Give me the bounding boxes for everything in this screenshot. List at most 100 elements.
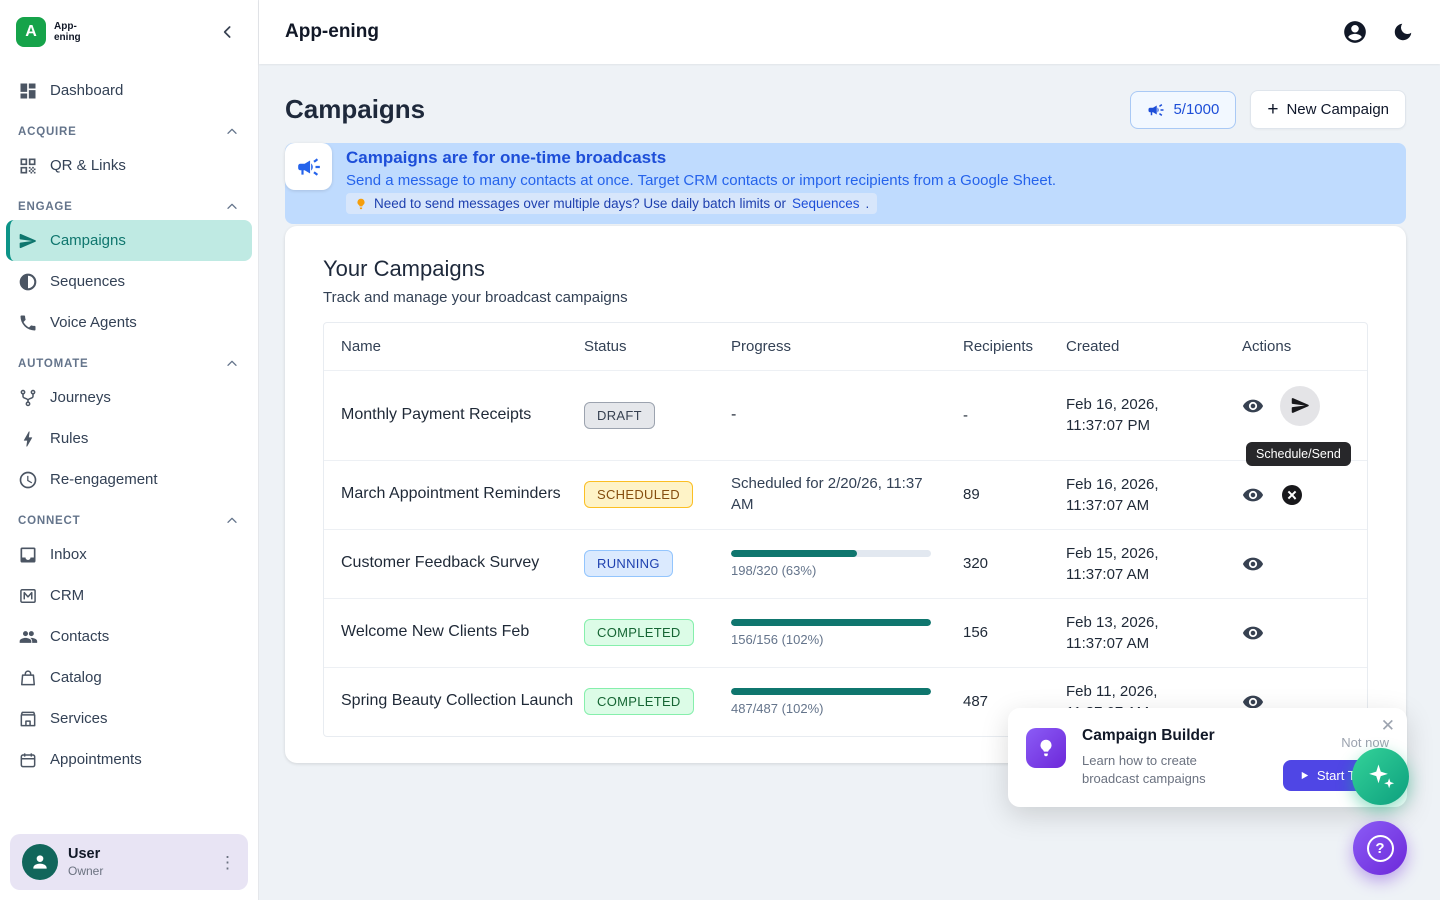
view-campaign-button[interactable] xyxy=(1242,395,1264,417)
sidebar-item-inbox[interactable]: Inbox xyxy=(0,534,258,575)
progress-value: 487/487 (102%) xyxy=(731,701,931,716)
sidebar-item-services[interactable]: Services xyxy=(0,698,258,739)
progress-bar: 487/487 (102%) xyxy=(731,688,931,716)
cancel-icon xyxy=(1280,483,1304,507)
created-value: Feb 15, 2026, 11:37:07 AM xyxy=(1066,543,1216,585)
row-actions xyxy=(1242,483,1367,507)
sidebar-item-voice-agents[interactable]: Voice Agents xyxy=(0,302,258,343)
sidebar-item-qr-links[interactable]: QR & Links xyxy=(0,145,258,186)
table-row: Customer Feedback Survey RUNNING 198/320… xyxy=(324,529,1367,598)
sidebar-item-label: Journeys xyxy=(50,389,111,406)
sidebar-item-label: Appointments xyxy=(50,751,142,768)
user-name: User xyxy=(68,846,209,862)
new-campaign-label: New Campaign xyxy=(1286,101,1389,118)
sidebar-item-re-engagement[interactable]: Re-engagement xyxy=(0,459,258,500)
sidebar-item-label: Catalog xyxy=(50,669,102,686)
sidebar-collapse-button[interactable] xyxy=(214,18,242,46)
page-header-actions: 5/1000 + New Campaign xyxy=(1130,90,1406,129)
qr-code-icon xyxy=(18,156,38,176)
card-subtitle: Track and manage your broadcast campaign… xyxy=(323,289,1368,306)
content-column: App-ening Campaigns 5/1000 xyxy=(259,0,1440,900)
main-content: Campaigns 5/1000 + New Campaign xyxy=(259,64,1440,900)
account-circle-icon xyxy=(1342,19,1368,45)
banner-title: Campaigns are for one-time broadcasts xyxy=(346,148,1056,168)
sidebar-item-contacts[interactable]: Contacts xyxy=(0,616,258,657)
section-header-connect[interactable]: CONNECT xyxy=(0,500,258,534)
progress-track xyxy=(731,550,931,557)
progress-value: - xyxy=(731,406,963,424)
dashboard-icon xyxy=(18,81,38,101)
view-campaign-button[interactable] xyxy=(1242,484,1264,506)
table-body: Monthly Payment Receipts DRAFT - - Feb 1… xyxy=(324,370,1367,736)
campaign-builder-popup: ✕ Campaign Builder Learn how to create b… xyxy=(1008,708,1407,807)
sidebar-item-catalog[interactable]: Catalog xyxy=(0,657,258,698)
sidebar-logo-row: A App- ening xyxy=(0,0,258,64)
section-label: CONNECT xyxy=(18,515,80,527)
dark-mode-button[interactable] xyxy=(1392,21,1414,43)
sidebar-item-sequences[interactable]: Sequences xyxy=(0,261,258,302)
help-fab[interactable]: ? xyxy=(1353,821,1407,875)
sidebar-item-campaigns[interactable]: Campaigns xyxy=(6,220,252,261)
chevron-left-icon xyxy=(218,22,238,42)
progress-bar: 156/156 (102%) xyxy=(731,619,931,647)
promo-title: Campaign Builder xyxy=(1082,727,1232,745)
user-meta: User Owner xyxy=(68,846,209,878)
campaign-name: Welcome New Clients Feb xyxy=(341,622,584,643)
sidebar-item-label: Re-engagement xyxy=(50,471,158,488)
new-campaign-button[interactable]: + New Campaign xyxy=(1250,90,1406,129)
sidebar-item-journeys[interactable]: Journeys xyxy=(0,377,258,418)
section-header-engage[interactable]: ENGAGE xyxy=(0,186,258,220)
megaphone-icon xyxy=(296,154,322,180)
progress-track xyxy=(731,619,931,626)
cancel-campaign-button[interactable] xyxy=(1280,483,1304,507)
topbar-actions xyxy=(1342,19,1414,45)
section-header-acquire[interactable]: ACQUIRE xyxy=(0,111,258,145)
sidebar-item-rules[interactable]: Rules xyxy=(0,418,258,459)
calendar-icon xyxy=(18,750,38,770)
app-logo: A App- ening xyxy=(16,17,81,47)
eye-icon xyxy=(1242,484,1264,506)
banner-body: Campaigns are for one-time broadcasts Se… xyxy=(346,143,1056,216)
section-header-automate[interactable]: AUTOMATE xyxy=(0,343,258,377)
question-mark-icon: ? xyxy=(1367,835,1394,862)
phone-icon xyxy=(18,313,38,333)
send-icon xyxy=(18,231,38,251)
sidebar: A App- ening Dashboard ACQUIRE QR xyxy=(0,0,259,900)
sidebar-item-label: Dashboard xyxy=(50,82,123,99)
sidebar-item-label: Contacts xyxy=(50,628,109,645)
recipients-value: 156 xyxy=(963,624,1066,641)
app-title: App-ening xyxy=(285,21,379,43)
progress-bar: 198/320 (63%) xyxy=(731,550,931,578)
chevron-up-icon xyxy=(224,513,240,529)
contrast-icon xyxy=(18,272,38,292)
row-actions xyxy=(1242,553,1367,575)
banner-megaphone-box xyxy=(285,143,332,190)
quota-label: 5/1000 xyxy=(1173,101,1219,118)
sidebar-item-label: CRM xyxy=(50,587,84,604)
sidebar-item-crm[interactable]: CRM xyxy=(0,575,258,616)
person-icon xyxy=(30,852,50,872)
table-row: March Appointment Reminders SCHEDULED Sc… xyxy=(324,460,1367,529)
sidebar-item-appointments[interactable]: Appointments xyxy=(0,739,258,780)
user-menu-button[interactable]: ⋮ xyxy=(219,854,236,871)
chevron-up-icon xyxy=(224,356,240,372)
recipients-value: - xyxy=(963,407,1066,424)
view-campaign-button[interactable] xyxy=(1242,622,1264,644)
schedule-send-button[interactable] xyxy=(1280,386,1320,426)
shopping-bag-icon xyxy=(18,668,38,688)
ai-assistant-fab[interactable] xyxy=(1352,748,1409,805)
megaphone-icon xyxy=(1147,101,1165,119)
account-button[interactable] xyxy=(1342,19,1368,45)
close-icon[interactable]: ✕ xyxy=(1381,716,1395,736)
column-header-progress: Progress xyxy=(731,338,963,355)
created-value: Feb 16, 2026, 11:37:07 PM xyxy=(1066,394,1216,436)
sidebar-item-dashboard[interactable]: Dashboard xyxy=(0,70,258,111)
card-title: Your Campaigns xyxy=(323,256,1368,282)
view-campaign-button[interactable] xyxy=(1242,553,1264,575)
sequences-link[interactable]: Sequences xyxy=(792,196,860,211)
progress-value: 156/156 (102%) xyxy=(731,632,931,647)
section-label: ENGAGE xyxy=(18,201,73,213)
campaign-quota-button[interactable]: 5/1000 xyxy=(1130,91,1236,129)
user-card[interactable]: User Owner ⋮ xyxy=(10,834,248,890)
play-icon xyxy=(1299,770,1310,781)
